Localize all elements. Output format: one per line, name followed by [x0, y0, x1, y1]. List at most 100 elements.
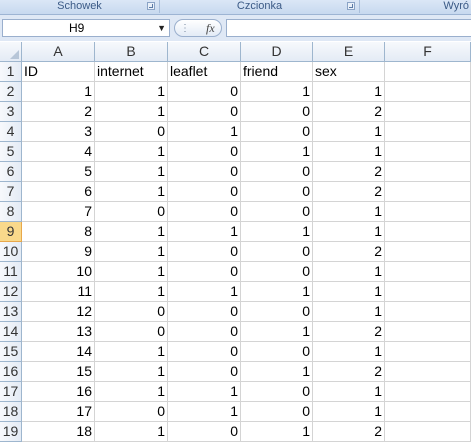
cell-a1[interactable]: ID	[22, 62, 95, 82]
cell-c6[interactable]: 0	[168, 162, 241, 182]
cell-f15[interactable]	[385, 342, 471, 362]
cell-b9[interactable]: 1	[95, 222, 168, 242]
cell-d14[interactable]: 1	[241, 322, 313, 342]
formula-input[interactable]	[226, 19, 471, 37]
row-header[interactable]: 18	[0, 402, 22, 422]
cell-e11[interactable]: 1	[313, 262, 385, 282]
cell-c15[interactable]: 0	[168, 342, 241, 362]
cell-a7[interactable]: 6	[22, 182, 95, 202]
dialog-launcher-icon[interactable]	[347, 2, 355, 10]
cell-e16[interactable]: 2	[313, 362, 385, 382]
cell-c13[interactable]: 0	[168, 302, 241, 322]
cell-a13[interactable]: 12	[22, 302, 95, 322]
cell-d9[interactable]: 1	[241, 222, 313, 242]
cell-f3[interactable]	[385, 102, 471, 122]
cell-e12[interactable]: 1	[313, 282, 385, 302]
cell-d12[interactable]: 1	[241, 282, 313, 302]
insert-function-button[interactable]: fx	[206, 20, 215, 36]
cell-c19[interactable]: 0	[168, 422, 241, 442]
row-header[interactable]: 1	[0, 62, 22, 82]
row-header[interactable]: 19	[0, 422, 22, 442]
cell-b16[interactable]: 1	[95, 362, 168, 382]
cell-d11[interactable]: 0	[241, 262, 313, 282]
cell-d8[interactable]: 0	[241, 202, 313, 222]
row-header[interactable]: 10	[0, 242, 22, 262]
cell-f12[interactable]	[385, 282, 471, 302]
cell-b12[interactable]: 1	[95, 282, 168, 302]
cell-f17[interactable]	[385, 382, 471, 402]
row-header[interactable]: 17	[0, 382, 22, 402]
cell-a8[interactable]: 7	[22, 202, 95, 222]
cell-d2[interactable]: 1	[241, 82, 313, 102]
cell-a5[interactable]: 4	[22, 142, 95, 162]
row-header[interactable]: 3	[0, 102, 22, 122]
cell-b2[interactable]: 1	[95, 82, 168, 102]
cell-a2[interactable]: 1	[22, 82, 95, 102]
cell-f10[interactable]	[385, 242, 471, 262]
cell-b11[interactable]: 1	[95, 262, 168, 282]
cell-d18[interactable]: 0	[241, 402, 313, 422]
cell-d7[interactable]: 0	[241, 182, 313, 202]
cell-a6[interactable]: 5	[22, 162, 95, 182]
cell-e6[interactable]: 2	[313, 162, 385, 182]
row-header[interactable]: 12	[0, 282, 22, 302]
row-header[interactable]: 14	[0, 322, 22, 342]
cell-c8[interactable]: 0	[168, 202, 241, 222]
cell-e10[interactable]: 2	[313, 242, 385, 262]
cell-c2[interactable]: 0	[168, 82, 241, 102]
cell-e2[interactable]: 1	[313, 82, 385, 102]
cell-b13[interactable]: 0	[95, 302, 168, 322]
cell-d19[interactable]: 1	[241, 422, 313, 442]
cell-b4[interactable]: 0	[95, 122, 168, 142]
column-header[interactable]: F	[385, 42, 471, 62]
column-header[interactable]: E	[313, 42, 385, 62]
row-header[interactable]: 11	[0, 262, 22, 282]
cell-c10[interactable]: 0	[168, 242, 241, 262]
cell-b10[interactable]: 1	[95, 242, 168, 262]
cell-a12[interactable]: 11	[22, 282, 95, 302]
cell-b19[interactable]: 1	[95, 422, 168, 442]
cell-f18[interactable]	[385, 402, 471, 422]
column-header[interactable]: D	[241, 42, 313, 62]
column-header[interactable]: C	[168, 42, 241, 62]
cell-c18[interactable]: 1	[168, 402, 241, 422]
cell-f14[interactable]	[385, 322, 471, 342]
cell-c4[interactable]: 1	[168, 122, 241, 142]
row-header[interactable]: 5	[0, 142, 22, 162]
cell-d17[interactable]: 0	[241, 382, 313, 402]
cell-e19[interactable]: 2	[313, 422, 385, 442]
column-header[interactable]: A	[22, 42, 95, 62]
cell-b17[interactable]: 1	[95, 382, 168, 402]
column-header[interactable]: B	[95, 42, 168, 62]
cell-d6[interactable]: 0	[241, 162, 313, 182]
cell-e5[interactable]: 1	[313, 142, 385, 162]
cell-c7[interactable]: 0	[168, 182, 241, 202]
cell-f13[interactable]	[385, 302, 471, 322]
cell-d16[interactable]: 1	[241, 362, 313, 382]
row-header[interactable]: 7	[0, 182, 22, 202]
cell-e3[interactable]: 2	[313, 102, 385, 122]
cell-b15[interactable]: 1	[95, 342, 168, 362]
cell-d4[interactable]: 0	[241, 122, 313, 142]
cell-d10[interactable]: 0	[241, 242, 313, 262]
cell-e18[interactable]: 1	[313, 402, 385, 422]
cell-a4[interactable]: 3	[22, 122, 95, 142]
cell-c3[interactable]: 0	[168, 102, 241, 122]
dialog-launcher-icon[interactable]	[147, 2, 155, 10]
cell-f19[interactable]	[385, 422, 471, 442]
cell-f1[interactable]	[385, 62, 471, 82]
cell-d3[interactable]: 0	[241, 102, 313, 122]
cell-f6[interactable]	[385, 162, 471, 182]
cell-b5[interactable]: 1	[95, 142, 168, 162]
cell-e14[interactable]: 2	[313, 322, 385, 342]
row-header[interactable]: 8	[0, 202, 22, 222]
cell-a11[interactable]: 10	[22, 262, 95, 282]
cell-c1[interactable]: leaflet	[168, 62, 241, 82]
cell-a9[interactable]: 8	[22, 222, 95, 242]
cell-f2[interactable]	[385, 82, 471, 102]
select-all-button[interactable]	[0, 42, 22, 62]
cell-d13[interactable]: 0	[241, 302, 313, 322]
cell-b8[interactable]: 0	[95, 202, 168, 222]
cell-a10[interactable]: 9	[22, 242, 95, 262]
cell-f4[interactable]	[385, 122, 471, 142]
